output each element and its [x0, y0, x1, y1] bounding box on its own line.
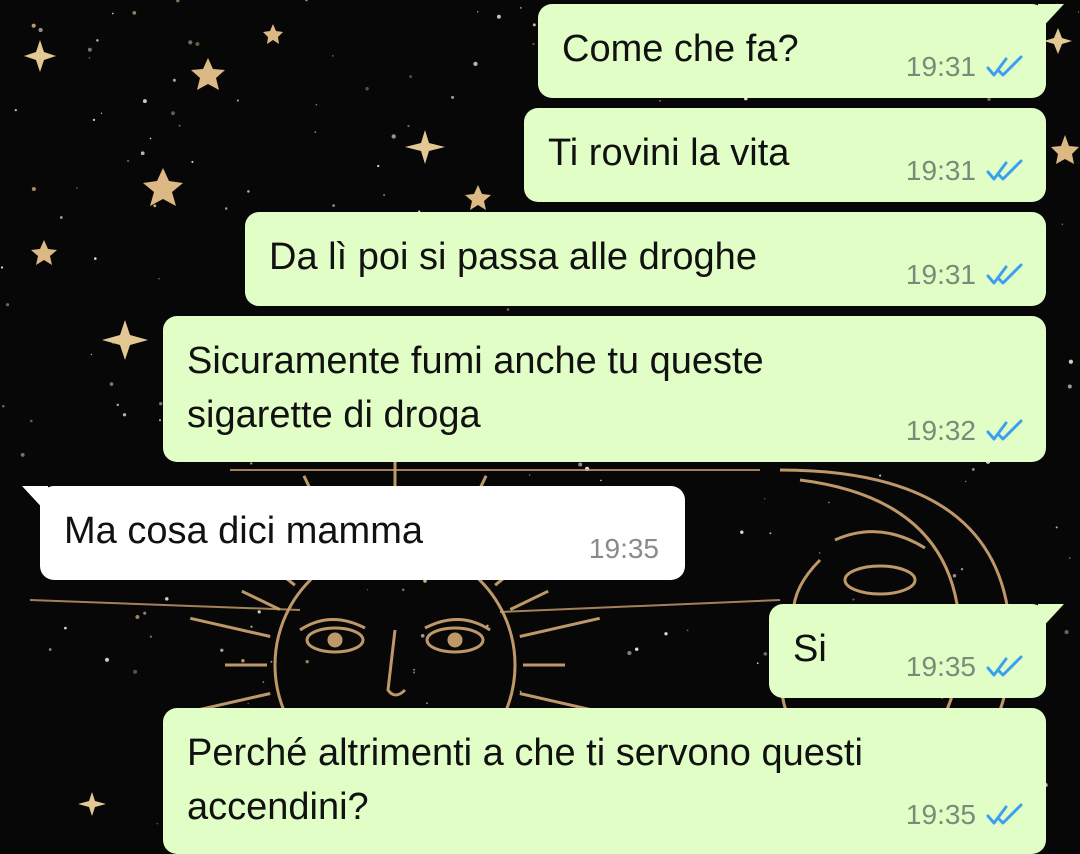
read-double-check-icon	[986, 655, 1023, 677]
message-text: Si	[793, 628, 827, 670]
message-time: 19:35	[588, 533, 659, 564]
message-meta: 19:31	[906, 52, 1024, 82]
read-double-check-icon	[986, 419, 1023, 441]
message-meta: 19:35	[906, 800, 1024, 830]
message-bubble-outgoing[interactable]: Ti rovini la vita 19:31	[524, 108, 1046, 202]
read-double-check-icon	[986, 263, 1023, 285]
message-text: Come che fa?	[562, 28, 799, 70]
message-time: 19:31	[905, 155, 976, 186]
message-meta: 19:32	[906, 416, 1024, 446]
chat-messages[interactable]: Come che fa? 19:31 Ti rovini la vita 19:…	[0, 0, 1080, 854]
message-text-line: accendini?	[187, 786, 369, 828]
message-text-line: Sicuramente fumi anche tu queste	[187, 340, 764, 382]
message-meta: 19:31	[906, 260, 1024, 290]
message-text: Ti rovini la vita	[548, 132, 790, 174]
bubble-tail	[1038, 604, 1064, 632]
message-text: Da lì poi si passa alle droghe	[269, 236, 757, 278]
message-bubble-incoming[interactable]: Ma cosa dici mamma 19:35	[22, 486, 685, 580]
message-bubble-outgoing[interactable]: Sicuramente fumi anche tu queste sigaret…	[163, 316, 1046, 462]
message-meta: 19:35	[906, 652, 1024, 682]
message-bubble-outgoing[interactable]: Come che fa? 19:31	[538, 4, 1064, 98]
bubble-tail	[1038, 4, 1064, 32]
message-bubble-outgoing[interactable]: Si 19:35	[769, 604, 1064, 698]
message-time: 19:31	[905, 259, 976, 290]
message-time: 19:32	[905, 415, 976, 446]
message-bubble-outgoing[interactable]: Da lì poi si passa alle droghe 19:31	[245, 212, 1046, 306]
message-text-line: sigarette di droga	[187, 394, 481, 436]
read-double-check-icon	[986, 803, 1023, 825]
message-time: 19:35	[905, 651, 976, 682]
message-text: Sicuramente fumi anche tu queste sigaret…	[187, 334, 764, 442]
bubble-tail	[22, 486, 48, 514]
read-double-check-icon	[986, 55, 1023, 77]
message-text-line: Perché altrimenti a che ti servono quest…	[187, 732, 863, 774]
message-time: 19:35	[905, 799, 976, 830]
message-meta: 19:35	[589, 534, 659, 564]
message-time: 19:31	[905, 51, 976, 82]
message-bubble-outgoing[interactable]: Perché altrimenti a che ti servono quest…	[163, 708, 1046, 854]
read-double-check-icon	[986, 159, 1023, 181]
message-meta: 19:31	[906, 156, 1024, 186]
message-text: Ma cosa dici mamma	[64, 510, 423, 552]
message-text: Perché altrimenti a che ti servono quest…	[187, 726, 863, 834]
